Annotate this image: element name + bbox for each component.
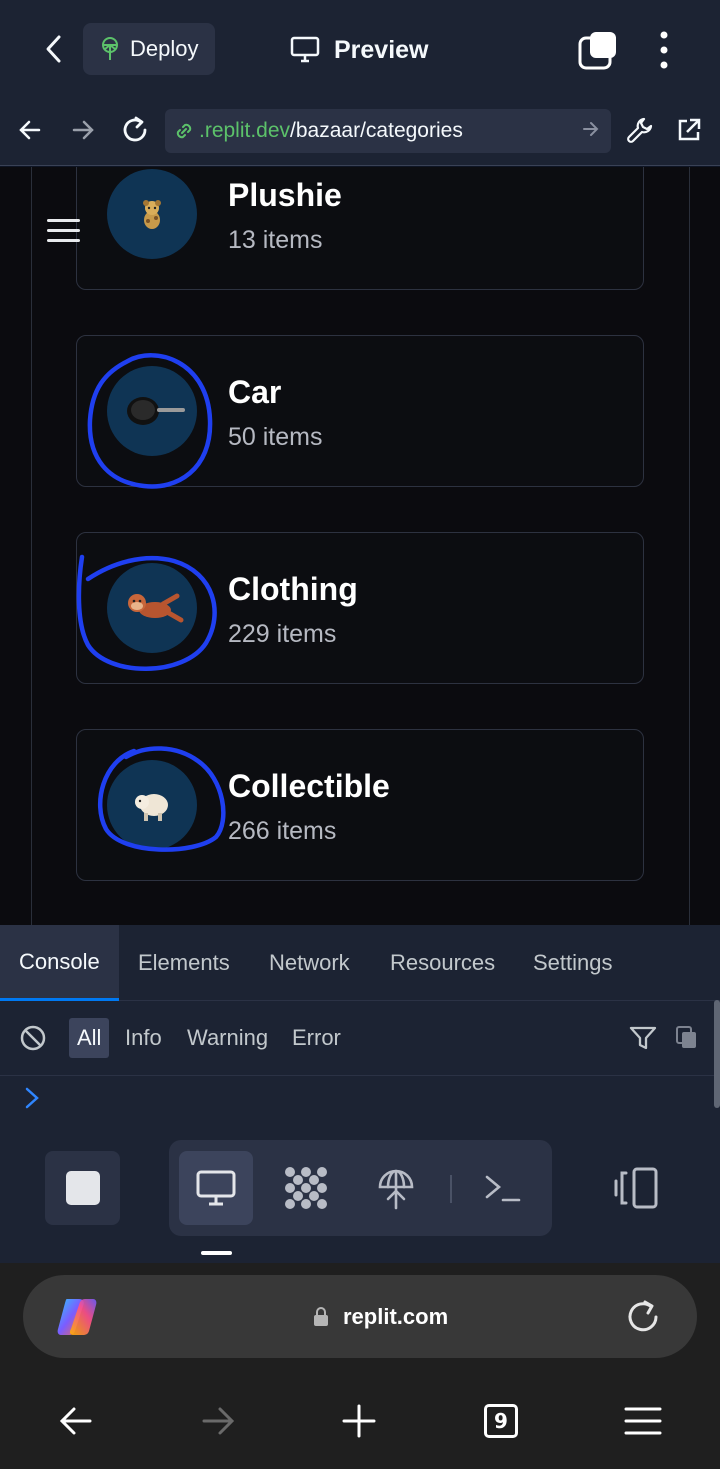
webview-back-icon[interactable]	[14, 114, 46, 146]
tool-separator	[450, 1175, 452, 1203]
terminal-icon	[485, 1175, 521, 1202]
category-card-car[interactable]: Car 50 items	[76, 335, 644, 487]
plush-dog-icon	[107, 169, 197, 259]
browser-chrome: replit.com 9	[0, 1263, 720, 1469]
toy-monkey-icon	[107, 563, 197, 653]
lock-icon	[314, 1307, 328, 1326]
address-host-label: replit.com	[343, 1304, 449, 1329]
webview-url-bar: .replit.dev/bazaar/categories	[0, 98, 720, 166]
panel-toggle-icon[interactable]	[612, 1165, 662, 1211]
tab-elements[interactable]: Elements	[138, 925, 230, 1001]
category-name: Collectible	[228, 768, 390, 804]
gesture-indicator	[201, 1251, 232, 1255]
clear-console-icon[interactable]	[20, 1025, 46, 1051]
devtools-panel: Console Elements Network Resources Setti…	[0, 925, 720, 1113]
hamburger-menu-icon[interactable]	[47, 219, 80, 243]
open-external-icon[interactable]	[673, 114, 705, 146]
devtools-scrollbar[interactable]	[714, 1000, 720, 1108]
level-all[interactable]: All	[69, 1018, 110, 1058]
frying-pan-icon	[107, 366, 197, 456]
category-card-collectible[interactable]: Collectible 266 items	[76, 729, 644, 881]
webview-url-field[interactable]: .replit.dev/bazaar/categories	[165, 109, 611, 153]
filter-icon[interactable]	[629, 1025, 657, 1051]
tabs-switcher-icon[interactable]	[578, 30, 618, 70]
url-go-arrow-icon[interactable]	[581, 119, 601, 139]
shell-tool-button[interactable]	[466, 1151, 540, 1225]
tool-group	[169, 1140, 552, 1236]
link-icon	[176, 123, 192, 139]
category-count: 50 items	[228, 423, 323, 451]
preview-label: Preview	[334, 35, 429, 64]
replit-toolbar	[0, 1113, 720, 1263]
wrench-icon[interactable]	[624, 114, 656, 146]
deploy-button[interactable]: Deploy	[83, 23, 215, 75]
level-error[interactable]: Error	[292, 1018, 341, 1058]
tab-network[interactable]: Network	[269, 925, 350, 1001]
category-card-plushie[interactable]: Plushie 13 items	[76, 167, 644, 290]
url-domain: .replit.dev	[199, 119, 291, 142]
level-info[interactable]: Info	[125, 1018, 162, 1058]
category-count: 13 items	[228, 226, 323, 254]
back-chevron-icon[interactable]	[38, 30, 68, 68]
replit-header: Deploy Preview	[0, 0, 720, 98]
category-count: 229 items	[228, 620, 337, 648]
copy-icon[interactable]	[675, 1025, 699, 1051]
tab-settings[interactable]: Settings	[533, 925, 613, 1001]
webview-reload-icon[interactable]	[119, 114, 151, 146]
category-name: Clothing	[228, 571, 358, 607]
deploy-icon	[102, 37, 118, 60]
browser-forward-icon[interactable]	[193, 1396, 243, 1446]
tab-resources[interactable]: Resources	[390, 925, 495, 1001]
address-host: replit.com	[313, 1299, 448, 1335]
monitor-icon	[196, 1170, 236, 1206]
category-count: 266 items	[228, 817, 337, 845]
devtools-tabs: Console Elements Network Resources Setti…	[0, 925, 720, 1001]
level-warning[interactable]: Warning	[187, 1018, 268, 1058]
copilot-icon[interactable]	[55, 1295, 99, 1339]
browser-address-bar[interactable]: replit.com	[23, 1275, 697, 1358]
preview-tool-button[interactable]	[179, 1151, 253, 1225]
category-card-clothing[interactable]: Clothing 229 items	[76, 532, 644, 684]
browser-reload-icon[interactable]	[623, 1297, 663, 1337]
browser-menu-icon[interactable]	[618, 1396, 668, 1446]
tab-count: 9	[484, 1404, 518, 1438]
console-filter-bar: All Info Warning Error	[0, 1001, 720, 1076]
tab-count-button[interactable]: 9	[476, 1396, 526, 1446]
tab-console[interactable]: Console	[0, 925, 119, 1001]
new-tab-icon[interactable]	[334, 1396, 384, 1446]
deploy-umbrella-icon	[378, 1169, 414, 1210]
packages-grid-icon	[285, 1167, 327, 1209]
browser-back-icon[interactable]	[51, 1396, 101, 1446]
deploy-label: Deploy	[130, 36, 199, 61]
webview-content: Plushie 13 items Car 50 items Clothing 2…	[0, 167, 720, 925]
category-name: Car	[228, 374, 282, 410]
stop-icon	[65, 1171, 100, 1205]
stop-button[interactable]	[45, 1151, 120, 1225]
packages-tool-button[interactable]	[269, 1151, 343, 1225]
webview-forward-icon[interactable]	[67, 114, 99, 146]
url-path: /bazaar/categories	[290, 119, 463, 142]
preview-title: Preview	[290, 30, 429, 70]
console-prompt-icon[interactable]	[22, 1085, 42, 1111]
monitor-icon	[290, 36, 320, 63]
toy-sheep-icon	[107, 760, 197, 850]
deployments-tool-button[interactable]	[359, 1151, 433, 1225]
category-name: Plushie	[228, 177, 342, 213]
more-menu-icon[interactable]	[652, 30, 676, 70]
